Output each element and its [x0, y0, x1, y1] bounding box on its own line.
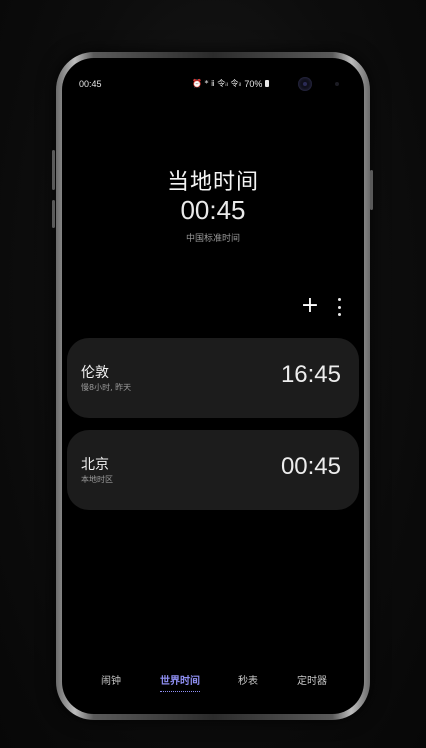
active-tab-indicator — [160, 691, 200, 692]
battery-icon — [265, 80, 270, 87]
status-time: 00:45 — [79, 79, 102, 89]
more-dot — [337, 313, 341, 316]
tab-label: 闹钟 — [101, 676, 121, 687]
tab-label: 秒表 — [238, 676, 258, 687]
phone-screen: 00:45 ⏰ * ⅱ 令ᵢₗ 令ᵢₗ 70% 当地时间 00:45 中国标准时… — [62, 58, 364, 714]
sensor-icon — [335, 82, 339, 86]
bottom-nav: 闹钟 世界时间 秒表 定时器 — [62, 666, 364, 696]
city-time: 16:45 — [280, 361, 341, 388]
more-dot — [337, 298, 341, 301]
city-card-beijing[interactable]: 北京 本地时区 00:45 — [67, 430, 359, 510]
add-city-button[interactable]: + — [300, 295, 320, 317]
tab-alarm[interactable]: 闹钟 — [81, 672, 141, 687]
status-indicator-icons: ⏰ * ⅱ 令ᵢₗ 令ᵢₗ — [192, 79, 242, 88]
local-time-clock: 00:45 — [180, 195, 246, 225]
more-options-icon[interactable] — [334, 298, 344, 316]
city-name: 北京 — [81, 457, 109, 473]
device-stage: 00:45 ⏰ * ⅱ 令ᵢₗ 令ᵢₗ 70% 当地时间 00:45 中国标准时… — [0, 0, 426, 748]
tab-timer[interactable]: 定时器 — [282, 672, 342, 687]
status-bar: 00:45 ⏰ * ⅱ 令ᵢₗ 令ᵢₗ 70% — [62, 58, 364, 91]
local-time-title: 当地时间 — [166, 170, 259, 195]
front-camera-icon — [298, 77, 312, 91]
tab-label: 定时器 — [297, 676, 327, 687]
tab-label: 世界时间 — [160, 676, 200, 687]
city-card-london[interactable]: 伦敦 慢8小时, 昨天 16:45 — [67, 338, 359, 418]
tab-stopwatch[interactable]: 秒表 — [218, 672, 278, 687]
city-offset: 慢8小时, 昨天 — [81, 383, 132, 392]
more-dot — [337, 305, 341, 309]
battery-percent: 70% — [244, 78, 263, 89]
city-time: 00:45 — [280, 453, 341, 480]
bixby-button — [52, 200, 55, 228]
local-time-zone: 中国标准时间 — [185, 234, 240, 244]
tab-world-clock[interactable]: 世界时间 — [150, 672, 210, 692]
city-offset: 本地时区 — [81, 475, 113, 484]
status-icons: ⏰ * ⅱ 令ᵢₗ 令ᵢₗ 70% — [192, 78, 270, 89]
city-name: 伦敦 — [81, 365, 109, 381]
volume-button — [52, 150, 55, 190]
power-button — [370, 170, 373, 210]
